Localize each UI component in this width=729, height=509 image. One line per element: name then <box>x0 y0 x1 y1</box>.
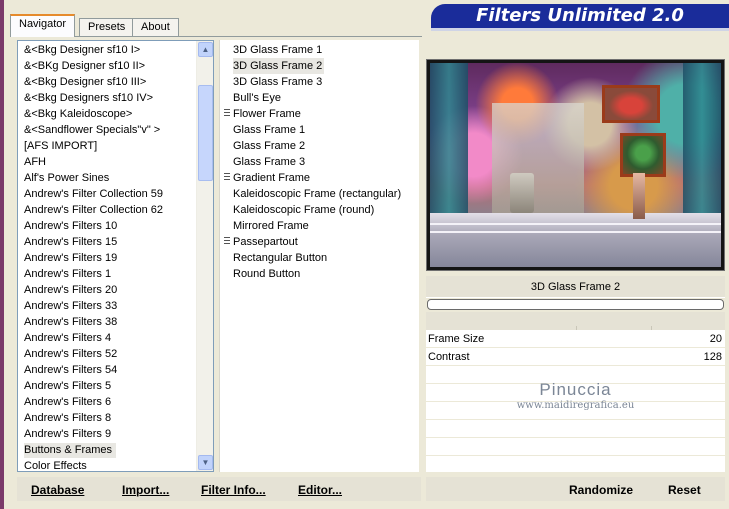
category-item[interactable]: AFH <box>24 155 50 170</box>
filter-list[interactable]: 3D Glass Frame 1 3D Glass Frame 2 3D Glass… <box>219 40 419 472</box>
scrollbar-thumb[interactable] <box>198 85 213 181</box>
category-item[interactable]: Andrew's Filters 19 <box>24 251 121 266</box>
app-title-banner: Filters Unlimited 2.0 <box>431 4 729 28</box>
category-item[interactable]: Andrew's Filters 10 <box>24 219 121 234</box>
preview-lips-picture <box>602 85 660 123</box>
category-item[interactable]: Andrew's Filter Collection 62 <box>24 203 167 218</box>
category-item[interactable]: Andrew's Filters 33 <box>24 299 121 314</box>
category-item[interactable]: Andrew's Filter Collection 59 <box>24 187 167 202</box>
category-item[interactable]: Andrew's Filters 15 <box>24 235 121 250</box>
category-item[interactable]: &<Bkg Kaleidoscope> <box>24 107 136 122</box>
watermark-url: www.maidiregrafica.eu <box>516 400 635 411</box>
filter-item[interactable]: Passepartout <box>233 234 300 250</box>
filter-item[interactable]: 3D Glass Frame 1 <box>233 42 324 58</box>
filter-item[interactable]: Glass Frame 2 <box>233 138 307 154</box>
preview-plant-picture <box>620 133 666 177</box>
category-item[interactable]: Andrew's Filters 1 <box>24 267 115 282</box>
filter-info-button[interactable]: Filter Info... <box>201 483 266 497</box>
tab-about[interactable]: About <box>132 18 179 36</box>
preview-doorway <box>492 103 584 213</box>
import-button[interactable]: Import... <box>122 483 169 497</box>
category-item[interactable]: Andrew's Filters 54 <box>24 363 121 378</box>
tab-presets[interactable]: Presets <box>79 18 135 36</box>
preview-image <box>430 63 721 267</box>
param-empty-slot <box>426 438 725 456</box>
param-value: 20 <box>709 333 722 345</box>
category-item[interactable]: Andrew's Filters 6 <box>24 395 115 410</box>
modified-marker-icon <box>224 109 230 118</box>
category-item[interactable]: Andrew's Filters 8 <box>24 411 115 426</box>
preview-frame <box>426 59 725 271</box>
category-item[interactable]: &<Bkg Designer sf10 I> <box>24 43 144 58</box>
category-item[interactable]: Andrew's Filters 4 <box>24 331 115 346</box>
category-item[interactable]: Buttons & Frames <box>24 443 117 458</box>
category-item[interactable]: Andrew's Filters 20 <box>24 283 121 298</box>
category-item[interactable]: Andrew's Filters 38 <box>24 315 121 330</box>
background-edge <box>0 0 4 509</box>
filter-item[interactable]: Flower Frame <box>233 106 303 122</box>
banner-underline <box>431 28 729 31</box>
preview-vase <box>510 173 534 213</box>
modified-marker-icon <box>224 173 230 182</box>
watermark-name: Pinuccia <box>539 380 612 399</box>
category-item[interactable]: Alf's Power Sines <box>24 171 113 186</box>
filters-unlimited-window: Filters Unlimited 2.0 Navigator Presets … <box>0 0 729 509</box>
filter-name-strip: 3D Glass Frame 2 <box>426 276 725 298</box>
reset-button[interactable]: Reset <box>668 483 701 497</box>
param-value: 128 <box>703 351 722 363</box>
current-filter-name: 3D Glass Frame 2 <box>530 281 621 293</box>
filter-item[interactable]: Bull's Eye <box>233 90 283 106</box>
filter-item[interactable]: Kaleidoscopic Frame (rectangular) <box>233 186 403 202</box>
preview-rail-1 <box>430 223 721 225</box>
param-empty-slot <box>426 420 725 438</box>
filter-item[interactable]: 3D Glass Frame 3 <box>233 74 324 90</box>
watermark: Pinuccia www.maidiregrafica.eu <box>426 380 725 412</box>
filter-item[interactable]: Mirrored Frame <box>233 218 311 234</box>
filter-item[interactable]: Kaleidoscopic Frame (round) <box>233 202 376 218</box>
chevron-down-icon[interactable]: ▼ <box>198 455 213 470</box>
params-header-strip <box>426 312 725 330</box>
preview-hand <box>633 173 645 219</box>
category-list[interactable]: &<Bkg Designer sf10 I> &<BKg Designer sf1… <box>17 40 214 472</box>
editor-button[interactable]: Editor... <box>298 483 342 497</box>
preview-floor <box>430 213 721 267</box>
randomize-button[interactable]: Randomize <box>569 483 633 497</box>
filter-item[interactable]: Rectangular Button <box>233 250 329 266</box>
filter-item[interactable]: Round Button <box>233 266 302 282</box>
filter-item[interactable]: Glass Frame 1 <box>233 122 307 138</box>
category-item[interactable]: Andrew's Filters 5 <box>24 379 115 394</box>
tab-navigator[interactable]: Navigator <box>10 14 76 37</box>
filter-item[interactable]: Gradient Frame <box>233 170 312 186</box>
category-item[interactable]: Color Effects <box>24 459 91 474</box>
category-scrollbar[interactable]: ▲ ▼ <box>196 41 213 471</box>
category-item[interactable]: Andrew's Filters 52 <box>24 347 121 362</box>
param-frame-size[interactable]: Frame Size 20 <box>426 330 725 348</box>
modified-marker-icon <box>224 237 230 246</box>
category-item[interactable]: &<Bkg Designers sf10 IV> <box>24 91 157 106</box>
filter-item[interactable]: 3D Glass Frame 2 <box>233 58 325 74</box>
preview-rail-2 <box>430 231 721 233</box>
param-contrast[interactable]: Contrast 128 <box>426 348 725 366</box>
param-empty-slot <box>426 456 725 473</box>
progress-bar <box>427 299 724 310</box>
param-label: Frame Size <box>428 333 485 345</box>
category-item[interactable]: [AFS IMPORT] <box>24 139 101 154</box>
chevron-up-icon[interactable]: ▲ <box>198 42 213 57</box>
category-item[interactable]: &<BKg Designer sf10 II> <box>24 59 149 74</box>
param-label: Contrast <box>428 351 470 363</box>
category-item[interactable]: Andrew's Filters 9 <box>24 427 115 442</box>
category-item[interactable]: &<Bkg Designer sf10 III> <box>24 75 150 90</box>
filter-item[interactable]: Glass Frame 3 <box>233 154 307 170</box>
category-item[interactable]: &<Sandflower Specials"v" > <box>24 123 164 138</box>
database-button[interactable]: Database <box>31 483 84 497</box>
